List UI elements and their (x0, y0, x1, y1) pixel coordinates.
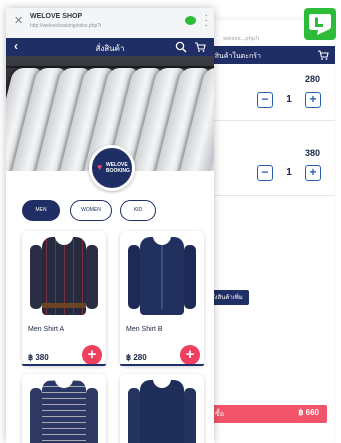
quantity-value: 1 (286, 94, 292, 105)
cart-total: ฿ 660 (298, 408, 319, 417)
cart-url: welove...php?i (223, 36, 259, 42)
shirt-sleeve (184, 245, 196, 309)
add-to-cart-button[interactable]: + (82, 345, 102, 365)
shirt-sleeve (128, 245, 140, 309)
logo-text: WELOVE BOOKING (106, 162, 130, 174)
product-name: Men Shirt A (28, 326, 65, 333)
product-image (120, 374, 204, 443)
card-accent (22, 364, 106, 366)
product-card[interactable]: Men Shirt B ฿ 280 + (120, 231, 204, 366)
line-app-icon[interactable] (304, 8, 336, 40)
shirt-body (140, 380, 184, 443)
cart-icon[interactable] (194, 41, 206, 53)
shirt-sleeve (30, 388, 42, 443)
shirt-sleeve (86, 245, 98, 309)
product-card[interactable] (120, 374, 204, 443)
checkout-label: ซื้อ (215, 410, 224, 418)
quantity-stepper: − 1 + (257, 92, 321, 110)
decrease-button[interactable]: − (257, 165, 273, 181)
product-image (22, 374, 106, 443)
belt (42, 303, 86, 308)
cart-header: รสินค้าในตะกร้า (197, 46, 335, 64)
divider (197, 120, 335, 121)
increase-button[interactable]: + (305, 92, 321, 108)
quantity-value: 1 (286, 167, 292, 178)
site-title: WELOVE SHOP (30, 13, 83, 20)
increase-button[interactable]: + (305, 165, 321, 181)
close-icon[interactable]: ✕ (14, 14, 23, 27)
checkout-button[interactable]: ซื้อ ฿ 660 (211, 405, 327, 423)
product-price: ฿ 280 (126, 353, 147, 362)
product-image (120, 231, 204, 319)
divider (197, 195, 335, 196)
cart-icon[interactable] (317, 49, 329, 61)
product-card[interactable]: Men Shirt A ฿ 380 + (22, 231, 106, 366)
more-vertical-icon[interactable]: · · · (205, 11, 208, 31)
product-price: ฿ 380 (28, 353, 49, 362)
line-share-icon[interactable] (185, 16, 196, 25)
cart-item-price: 280 (304, 74, 320, 84)
search-icon[interactable] (175, 41, 187, 53)
button-placket (161, 245, 163, 309)
site-url: http://welovebookingindex.php?i (30, 23, 102, 29)
quantity-stepper: − 1 + (257, 165, 321, 183)
product-image (22, 231, 106, 319)
shirt-sleeve (128, 388, 140, 443)
product-card[interactable] (22, 374, 106, 443)
shop-logo: ♥ WELOVE BOOKING (89, 145, 135, 191)
decrease-button[interactable]: − (257, 92, 273, 108)
line-logo-icon (309, 14, 331, 35)
filter-women[interactable]: WOMEN (70, 200, 112, 221)
shirt-sleeve (86, 388, 98, 443)
filter-men[interactable]: MEN (22, 200, 60, 221)
cart-screen: welove...php?i รสินค้าในตะกร้า 280 − 1 +… (196, 20, 335, 443)
heart-icon: ♥ (97, 162, 103, 172)
product-name: Men Shirt B (126, 326, 163, 333)
card-accent (120, 364, 204, 366)
category-filters: MEN WOMEN KID (6, 200, 214, 224)
shirt-body (42, 380, 86, 443)
shop-screen: ✕ WELOVE SHOP http://welovebookingindex.… (6, 8, 214, 443)
nav-bar: ‹ สั่งสินค้า (6, 38, 214, 56)
filter-kid[interactable]: KID (120, 200, 156, 221)
cart-item-price: 380 (304, 148, 320, 158)
cart-title: รสินค้าในตะกร้า (211, 52, 261, 60)
shirt-sleeve (30, 245, 42, 309)
add-to-cart-button[interactable]: + (180, 345, 200, 365)
browser-bar: ✕ WELOVE SHOP http://welovebookingindex.… (6, 8, 214, 38)
logo-line: BOOKING (106, 168, 130, 174)
shirt-sleeve (184, 388, 196, 443)
